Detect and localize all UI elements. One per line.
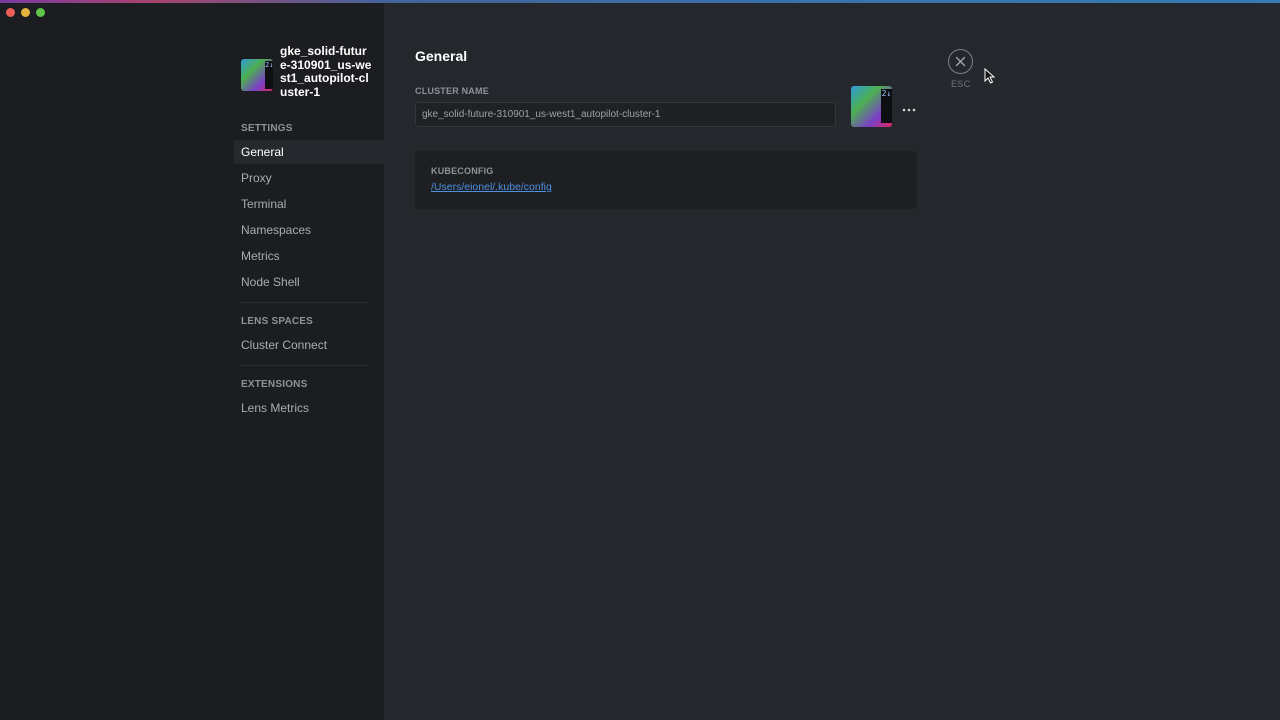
window-minimize-button[interactable] — [21, 8, 30, 17]
kubeconfig-label: KUBECONFIG — [431, 166, 494, 176]
close-button[interactable] — [948, 49, 973, 74]
settings-section-title: SETTINGS — [241, 123, 293, 134]
mouse-cursor-icon — [984, 68, 995, 84]
sidebar-divider — [241, 302, 369, 303]
window-maximize-button[interactable] — [36, 8, 45, 17]
app-window: 2↓ gke_solid-future-310901_us-west1_auto… — [0, 0, 1280, 720]
sidebar-item-metrics[interactable]: Metrics — [234, 244, 384, 268]
cluster-icon-badge: 2↓ — [881, 89, 892, 123]
cluster-name-label: CLUSTER NAME — [415, 86, 489, 96]
sidebar-divider — [241, 365, 369, 366]
sidebar-item-general[interactable]: General — [234, 140, 384, 164]
close-icon — [955, 56, 966, 67]
cluster-name-input[interactable] — [415, 102, 836, 127]
kubeconfig-path-link[interactable]: /Users/eionel/.kube/config — [431, 181, 552, 193]
lens-spaces-section-title: LENS SPACES — [241, 316, 314, 327]
sidebar-item-terminal[interactable]: Terminal — [234, 192, 384, 216]
ellipsis-icon[interactable] — [900, 98, 918, 116]
window-close-button[interactable] — [6, 8, 15, 17]
sidebar-item-node-shell[interactable]: Node Shell — [234, 270, 384, 294]
esc-label: ESC — [951, 79, 971, 89]
cluster-header: 2↓ gke_solid-future-310901_us-west1_auto… — [241, 44, 372, 99]
kubeconfig-card: KUBECONFIG /Users/eionel/.kube/config — [415, 151, 917, 209]
page-title: General — [415, 48, 468, 64]
sidebar-item-cluster-connect[interactable]: Cluster Connect — [234, 333, 384, 357]
sidebar-item-proxy[interactable]: Proxy — [234, 166, 384, 190]
extensions-section-title: EXTENSIONS — [241, 379, 308, 390]
sidebar-item-namespaces[interactable]: Namespaces — [234, 218, 384, 242]
cluster-avatar-badge: 2↓ — [265, 61, 273, 89]
cluster-name-heading: gke_solid-future-310901_us-west1_autopil… — [280, 44, 372, 99]
ellipsis-icon-glyph — [902, 108, 916, 112]
cluster-icon-picker[interactable]: 2↓ — [851, 86, 892, 127]
sidebar-item-lens-metrics[interactable]: Lens Metrics — [234, 396, 384, 420]
settings-sidebar — [0, 3, 384, 720]
window-controls — [6, 8, 45, 17]
cluster-avatar: 2↓ — [241, 59, 273, 91]
